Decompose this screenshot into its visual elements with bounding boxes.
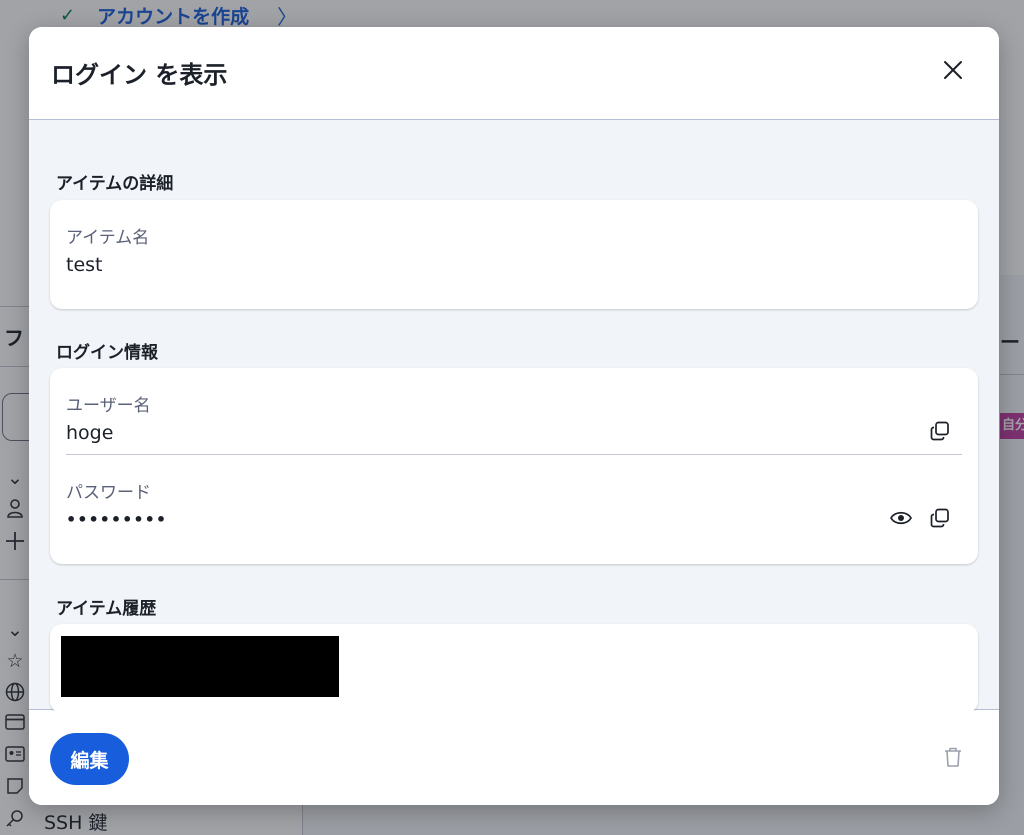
- trash-icon: [943, 746, 963, 772]
- redacted-history-block: [61, 636, 339, 697]
- login-info-heading: ログイン情報: [56, 343, 158, 363]
- item-name-value: test: [66, 254, 103, 276]
- view-login-dialog: ログイン を表示 アイテムの詳細 アイテム名 test ログイン情報 ユーザー名…: [29, 27, 999, 805]
- item-name-label: アイテム名: [66, 228, 150, 248]
- item-history-card: [50, 624, 978, 713]
- dialog-body: アイテムの詳細 アイテム名 test ログイン情報 ユーザー名 hoge パスワ…: [29, 120, 999, 713]
- field-divider: [66, 454, 962, 455]
- password-value: •••••••••: [66, 510, 168, 529]
- dialog-footer: 編集: [29, 711, 999, 805]
- item-history-heading: アイテム履歴: [56, 599, 157, 619]
- close-icon: [943, 60, 963, 84]
- close-button[interactable]: [936, 55, 970, 89]
- item-details-card: アイテム名 test: [50, 200, 978, 309]
- toggle-password-visibility-button[interactable]: [887, 506, 915, 534]
- dialog-title: ログイン を表示: [51, 61, 228, 89]
- login-info-card: ユーザー名 hoge パスワード •••••••••: [50, 368, 978, 564]
- item-details-heading: アイテムの詳細: [56, 174, 174, 194]
- password-label: パスワード: [66, 483, 151, 503]
- edit-button[interactable]: 編集: [50, 733, 129, 785]
- delete-button[interactable]: [939, 744, 967, 774]
- copy-icon: [930, 421, 950, 445]
- username-value: hoge: [66, 422, 114, 444]
- username-label: ユーザー名: [66, 396, 151, 416]
- eye-icon: [890, 510, 912, 530]
- dialog-header: ログイン を表示: [29, 27, 999, 120]
- copy-username-button[interactable]: [926, 419, 954, 447]
- copy-password-button[interactable]: [926, 506, 954, 534]
- copy-icon: [930, 508, 950, 532]
